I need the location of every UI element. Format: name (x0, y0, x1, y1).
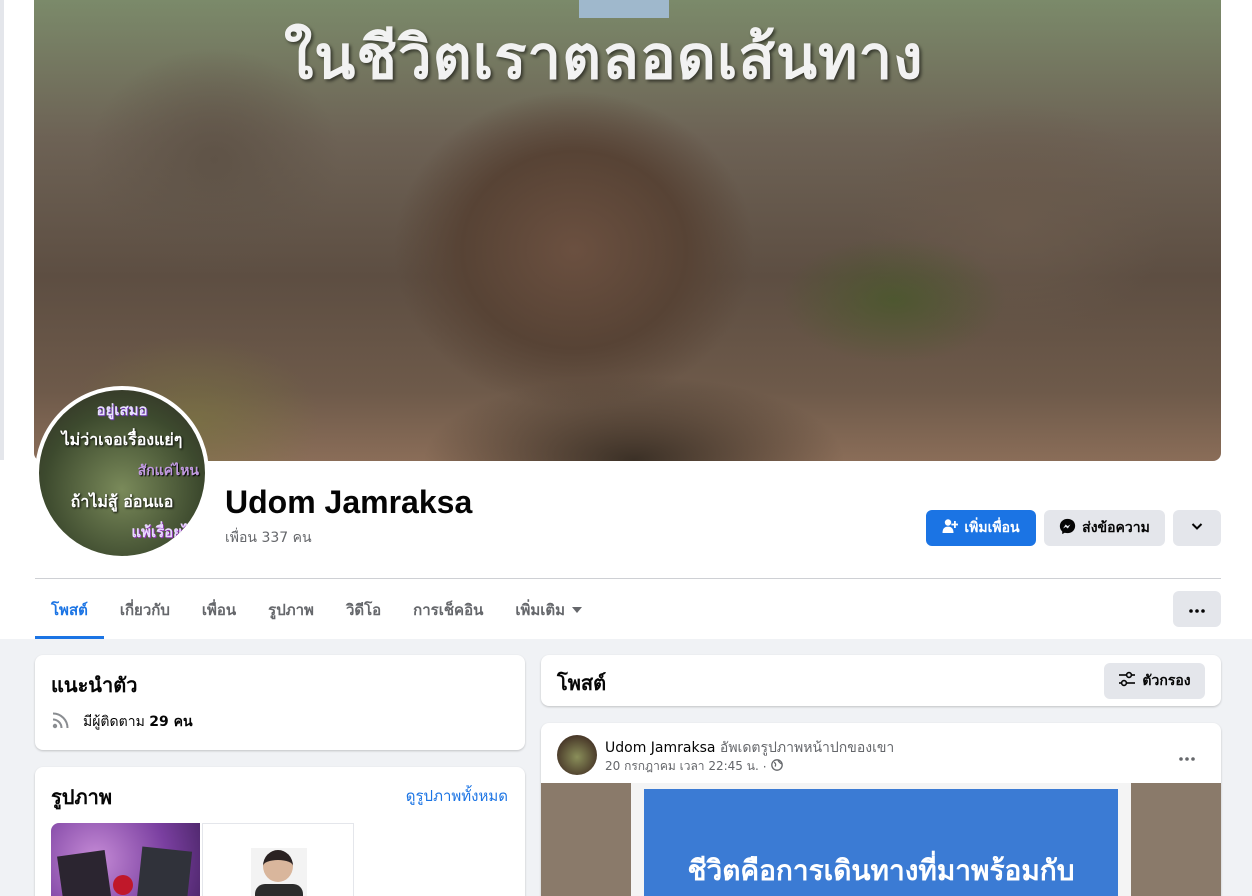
cover-overlay-text: ในชีวิตเราตลอดเส้นทาง (284, 23, 924, 93)
posts-title: โพสต์ (557, 671, 607, 695)
post-image[interactable]: ชีวิตคือการเดินทางที่มาพร้อมกับ (541, 783, 1221, 896)
intro-title: แนะนำตัว (51, 673, 138, 697)
post-header: Udom Jamraksa อัพเดตรูปภาพหน้าปกของเขา (605, 737, 894, 759)
tab-label: เกี่ยวกับ (119, 600, 170, 619)
tab-label: รูปภาพ (268, 600, 314, 619)
chevron-down-icon (1190, 519, 1204, 537)
posts-header-card: โพสต์ ตัวกรอง (541, 655, 1221, 706)
profile-name: Udom Jamraksa (225, 484, 473, 520)
rss-icon (51, 710, 71, 734)
photos-title: รูปภาพ (51, 785, 113, 809)
post-author-avatar[interactable] (557, 735, 597, 775)
avatar-text-line: สักแค่ไหน (137, 463, 199, 479)
filter-label: ตัวกรอง (1142, 673, 1191, 689)
add-friend-button[interactable]: เพิ่มเพื่อน (926, 510, 1036, 546)
filter-icon (1118, 671, 1136, 691)
header-divider (35, 578, 1221, 579)
tab-checkins[interactable]: การเช็คอิน (397, 580, 499, 639)
person-head (263, 850, 293, 882)
friends-count[interactable]: เพื่อน 337 คน (225, 527, 312, 549)
photo-thumbnail[interactable] (202, 823, 354, 896)
post-options-button[interactable] (1169, 737, 1205, 773)
followers-prefix: มีผู้ติดตาม (83, 714, 145, 730)
filter-button[interactable]: ตัวกรอง (1104, 663, 1205, 699)
photo-frame (57, 849, 113, 896)
message-label: ส่งข้อความ (1082, 520, 1150, 536)
post-timestamp[interactable]: 20 กรกฎาคม เวลา 22:45 น. (605, 757, 759, 776)
tab-label: วิดีโอ (345, 600, 382, 619)
person-shirt (255, 884, 303, 896)
tab-label: เพื่อน (201, 600, 237, 619)
followers-text: มีผู้ติดตาม 29 คน (83, 711, 193, 733)
see-all-photos-link[interactable]: ดูรูปภาพทั้งหมด (406, 784, 508, 808)
tab-photos[interactable]: รูปภาพ (252, 580, 330, 639)
person-photo (251, 848, 307, 896)
tab-label: โพสต์ (51, 600, 88, 619)
avatar-text-line: ไม่ว่าเจอเรื่องแย่ๆ (61, 430, 183, 449)
intro-card: แนะนำตัว มีผู้ติดตาม 29 คน (35, 655, 525, 750)
tab-more[interactable]: เพิ่มเติม (499, 580, 598, 639)
avatar-text-line: ถ้าไม่สู้ อ่อนแอ (70, 492, 174, 511)
tab-label: การเช็คอิน (413, 600, 484, 619)
post-image-frame: ชีวิตคือการเดินทางที่มาพร้อมกับ (631, 783, 1131, 896)
rose-graphic (113, 875, 133, 895)
quote-text-line: ชีวิตคือการเดินทางที่มาพร้อมกับ (687, 854, 1075, 887)
photos-card: รูปภาพ ดูรูปภาพทั้งหมด (35, 767, 525, 896)
tab-about[interactable]: เกี่ยวกับ (104, 580, 186, 639)
photo-thumbnail[interactable] (51, 823, 200, 896)
more-dots-icon (1179, 746, 1195, 765)
post-meta: 20 กรกฎาคม เวลา 22:45 น. · (605, 757, 783, 776)
post-author-name[interactable]: Udom Jamraksa (605, 740, 715, 756)
left-edge (0, 0, 4, 460)
profile-tabs: โพสต์ เกี่ยวกับ เพื่อน รูปภาพ วิดีโอ การ… (35, 580, 598, 639)
tab-posts[interactable]: โพสต์ (35, 580, 104, 639)
followers-row: มีผู้ติดตาม 29 คน (51, 710, 193, 734)
cover-photo[interactable]: ในชีวิตเราตลอดเส้นทาง (34, 0, 1221, 461)
avatar-text-line: แพ้เรื่อยไป (131, 523, 199, 541)
tabs-more-options-button[interactable] (1173, 591, 1221, 627)
tab-friends[interactable]: เพื่อน (186, 580, 252, 639)
profile-avatar[interactable]: อยู่เสมอ ไม่ว่าเจอเรื่องแย่ๆ สักแค่ไหน ถ… (35, 386, 209, 560)
tab-videos[interactable]: วิดีโอ (330, 580, 397, 639)
message-button[interactable]: ส่งข้อความ (1044, 510, 1165, 546)
meta-separator: · (762, 759, 767, 774)
followers-value[interactable]: 29 คน (149, 714, 192, 730)
photo-frame (135, 846, 193, 896)
messenger-icon (1059, 518, 1076, 539)
post-action-text: อัพเดตรูปภาพหน้าปกของเขา (719, 740, 895, 756)
globe-icon (770, 759, 783, 774)
more-dots-icon (1189, 601, 1205, 617)
add-friend-icon (942, 518, 959, 538)
post-card: Udom Jamraksa อัพเดตรูปภาพหน้าปกของเขา 2… (541, 723, 1221, 896)
quote-background: ชีวิตคือการเดินทางที่มาพร้อมกับ (644, 789, 1118, 896)
add-friend-label: เพิ่มเพื่อน (964, 520, 1020, 536)
profile-options-dropdown[interactable] (1173, 510, 1221, 546)
caret-down-icon (572, 606, 583, 613)
avatar-text-line: อยู่เสมอ (96, 401, 148, 419)
tab-label: เพิ่มเติม (515, 600, 566, 619)
